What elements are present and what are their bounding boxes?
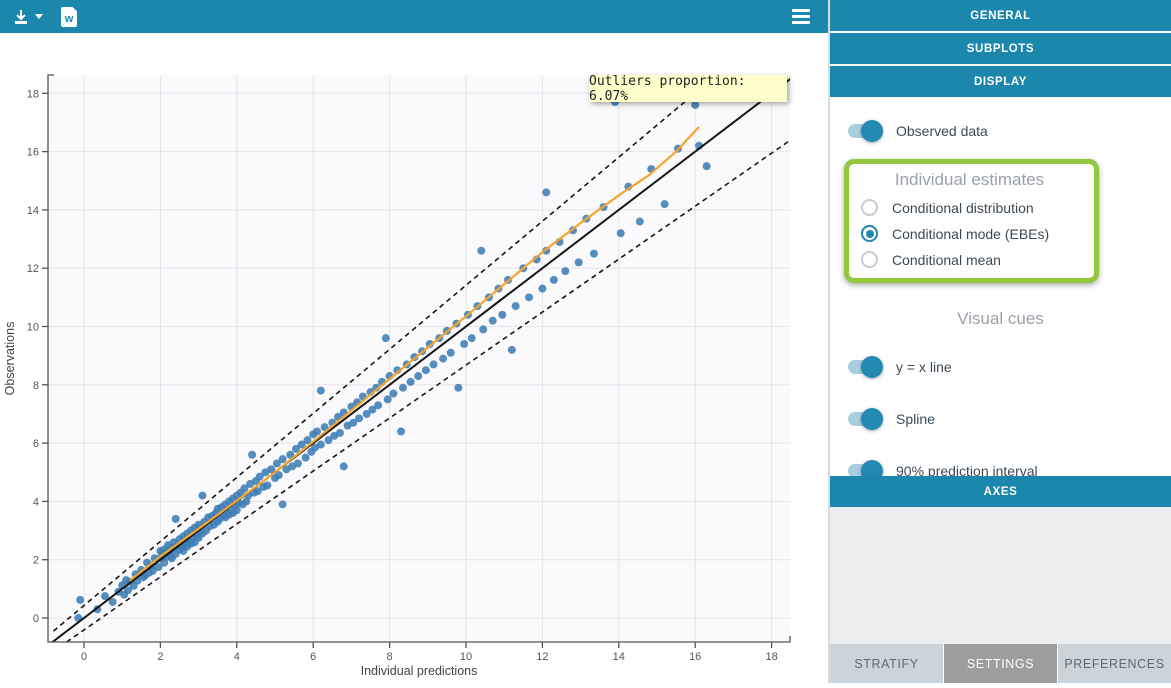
download-button[interactable] — [12, 8, 43, 26]
yx-line-toggle[interactable] — [848, 360, 880, 374]
svg-text:Individual predictions: Individual predictions — [361, 664, 478, 678]
axes-section-button[interactable]: AXES — [830, 476, 1171, 507]
word-letter: w — [65, 14, 74, 25]
observed-data-label: Observed data — [896, 123, 988, 139]
download-caret-icon — [35, 14, 43, 19]
tooltip-text: Outliers proportion: 6.07% — [589, 74, 787, 104]
chart-svg: 0 0 2 2 4 4 6 6 8 8 10 10 12 12 14 14 16 16 18 18 Individual… — [0, 33, 828, 683]
radio-circle[interactable] — [861, 251, 878, 268]
display-section-content: Observed data Individual estimates Condi… — [830, 117, 1171, 485]
observed-data-toggle[interactable] — [848, 124, 880, 138]
plot-toolbar: w — [0, 0, 828, 33]
tab-settings[interactable]: SETTINGS — [944, 644, 1057, 683]
export-word-button[interactable]: w — [61, 7, 77, 27]
sidebar-filler — [830, 507, 1171, 644]
word-file-icon: w — [61, 7, 77, 27]
plot-panel: w 0 0 2 2 4 4 6 6 8 8 10 10 12 12 14 14 16 16 18 18 Individu… — [0, 0, 828, 683]
svg-text:14: 14 — [27, 205, 39, 217]
download-icon — [12, 8, 30, 26]
radio-conditional-distribution[interactable]: Conditional distribution — [849, 199, 1094, 216]
display-section-button[interactable]: DISPLAY — [830, 66, 1171, 97]
radio-conditional-mode[interactable]: Conditional mode (EBEs) — [849, 225, 1094, 242]
application-window: w 0 0 2 2 4 4 6 6 8 8 10 10 12 12 14 14 16 16 18 18 Individu… — [0, 0, 1171, 683]
individual-estimates-title: Individual estimates — [849, 170, 1094, 190]
svg-text:6: 6 — [33, 438, 39, 450]
svg-text:2: 2 — [157, 651, 163, 663]
spline-toggle[interactable] — [848, 412, 880, 426]
scatter-chart[interactable]: 0 0 2 2 4 4 6 6 8 8 10 10 12 12 14 14 16 16 18 18 Individual… — [0, 33, 828, 683]
svg-text:14: 14 — [613, 651, 625, 663]
spline-row: Spline — [830, 405, 1171, 433]
yx-line-label: y = x line — [896, 359, 952, 375]
individual-estimates-highlight-box: Individual estimates Conditional distrib… — [844, 159, 1099, 283]
svg-text:16: 16 — [27, 147, 39, 159]
tab-preferences[interactable]: PREFERENCES — [1058, 644, 1171, 683]
radio-circle[interactable] — [861, 199, 878, 216]
radio-label: Conditional mode (EBEs) — [892, 226, 1049, 242]
svg-text:18: 18 — [765, 651, 777, 663]
radio-label: Conditional distribution — [892, 200, 1034, 216]
svg-text:10: 10 — [460, 651, 472, 663]
visual-cues-title: Visual cues — [830, 309, 1171, 329]
svg-text:16: 16 — [689, 651, 701, 663]
svg-text:4: 4 — [234, 651, 240, 663]
svg-text:2: 2 — [33, 555, 39, 567]
radio-label: Conditional mean — [892, 252, 1001, 268]
svg-text:0: 0 — [33, 613, 39, 625]
svg-text:12: 12 — [27, 263, 39, 275]
subplots-section-button[interactable]: SUBPLOTS — [830, 33, 1171, 64]
observed-data-row: Observed data — [830, 117, 1171, 145]
svg-text:0: 0 — [81, 651, 87, 663]
tab-stratify[interactable]: STRATIFY — [830, 644, 943, 683]
outliers-tooltip: Outliers proportion: 6.07% — [589, 75, 787, 102]
svg-text:8: 8 — [33, 380, 39, 392]
general-section-button[interactable]: GENERAL — [830, 0, 1171, 31]
svg-text:8: 8 — [387, 651, 393, 663]
svg-text:6: 6 — [310, 651, 316, 663]
radio-conditional-mean[interactable]: Conditional mean — [849, 251, 1094, 268]
svg-text:12: 12 — [536, 651, 548, 663]
hamburger-icon — [792, 9, 810, 12]
radio-circle-selected[interactable] — [861, 225, 878, 242]
svg-text:Observations: Observations — [3, 322, 17, 396]
sidebar-bottom-tabs: STRATIFY SETTINGS PREFERENCES — [830, 644, 1171, 683]
spline-label: Spline — [896, 411, 935, 427]
svg-text:10: 10 — [27, 322, 39, 334]
svg-text:4: 4 — [33, 496, 39, 508]
svg-text:18: 18 — [27, 88, 39, 100]
yx-line-row: y = x line — [830, 353, 1171, 381]
menu-button[interactable] — [792, 9, 810, 24]
